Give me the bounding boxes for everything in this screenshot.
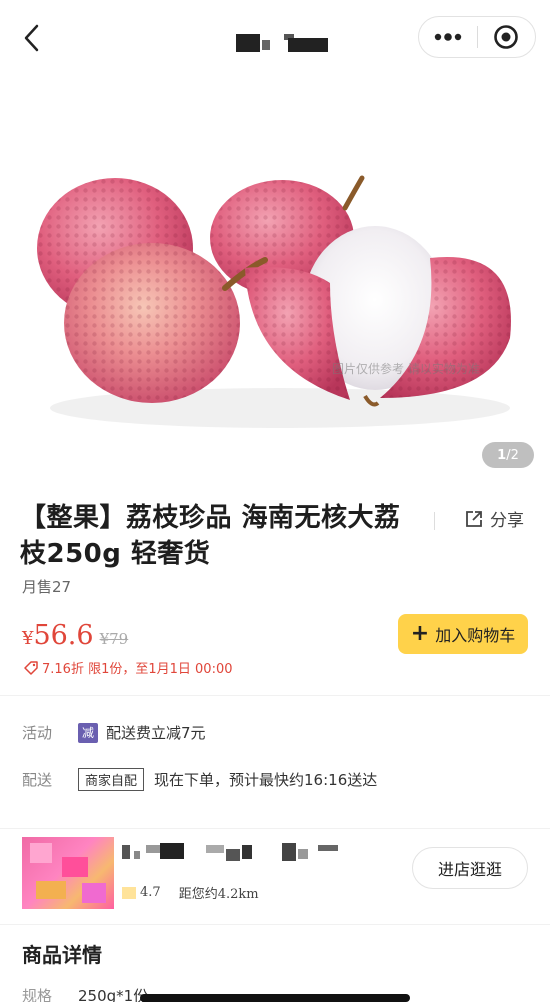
spec-value: 250g*1份: [78, 987, 149, 1002]
close-mini-program-button[interactable]: [477, 17, 535, 57]
spec-row: 规格 250g*1份: [22, 985, 148, 1002]
details-heading: 商品详情: [22, 943, 102, 967]
more-dots-icon: [434, 33, 461, 41]
add-to-cart-button[interactable]: + 加入购物车: [398, 614, 528, 654]
image-current-index: 1: [497, 447, 507, 463]
home-indicator[interactable]: [140, 994, 410, 1002]
discount-tag-icon: [24, 660, 38, 675]
product-info-section: 【整果】荔枝珍品 海南无核大荔枝250g 轻奢货 分享 月售27 ¥ 56.6 …: [0, 480, 550, 685]
plus-icon: +: [410, 621, 430, 646]
share-icon: [466, 510, 482, 527]
discount-promo: 7.16折 限1份，至1月1日 00:00: [24, 658, 233, 677]
delivery-eta: 现在下单，预计最快约16:16送达: [154, 771, 378, 789]
add-to-cart-label: 加入购物车: [435, 626, 516, 645]
enter-store-button[interactable]: 进店逛逛: [412, 847, 528, 889]
product-details-section: 商品详情 规格 250g*1份: [0, 924, 550, 1002]
delivery-type-badge: 商家自配: [78, 768, 145, 791]
image-page-counter: 1/2: [482, 442, 534, 468]
original-price: ¥79: [99, 630, 129, 648]
page-title-obscured: [232, 32, 332, 52]
share-label: 分享: [490, 511, 524, 531]
monthly-sales: 月售27: [22, 578, 72, 596]
store-name-obscured: [122, 843, 352, 863]
record-target-icon: [494, 25, 519, 49]
rating-star-icon: [122, 886, 136, 899]
store-meta: 4.7 距您约4.2km: [122, 883, 259, 902]
price-symbol: ¥: [22, 628, 34, 649]
activity-delivery-section: 活动 减 配送费立减7元 配送 商家自配 现在下单，预计最快约16:16送达: [0, 695, 550, 813]
lychee-product-image: [37, 175, 511, 428]
title-divider: [434, 512, 435, 530]
mini-program-capsule: [418, 16, 536, 58]
store-rating: 4.7: [140, 885, 161, 900]
product-image-carousel[interactable]: 图片仅供参考 请以实物为准 1/2: [0, 78, 550, 478]
back-button[interactable]: [16, 22, 48, 54]
delivery-label: 配送: [22, 771, 53, 789]
store-card[interactable]: 4.7 距您约4.2km 进店逛逛: [0, 828, 550, 920]
image-total-count: /2: [506, 447, 519, 463]
top-nav-bar: [0, 0, 550, 78]
current-price: 56.6: [33, 620, 94, 651]
price-row: ¥ 56.6 ¥79: [22, 620, 128, 651]
more-button[interactable]: [419, 17, 477, 57]
activity-text: 配送费立减7元: [106, 724, 206, 742]
share-button[interactable]: 分享: [464, 506, 524, 531]
store-avatar: [22, 837, 114, 909]
promo-text: 7.16折 限1份，至1月1日 00:00: [42, 662, 233, 677]
discount-badge: 减: [78, 722, 98, 743]
activity-row[interactable]: 活动 减 配送费立减7元: [22, 722, 206, 743]
delivery-row: 配送 商家自配 现在下单，预计最快约16:16送达: [22, 768, 377, 791]
image-watermark: 图片仅供参考 请以实物为准: [332, 362, 480, 376]
store-distance: 距您约4.2km: [178, 887, 259, 902]
chevron-left-icon: [24, 24, 39, 52]
activity-label: 活动: [22, 724, 53, 742]
product-title: 【整果】荔枝珍品 海南无核大荔枝250g 轻奢货: [20, 503, 401, 569]
spec-label: 规格: [22, 987, 53, 1002]
